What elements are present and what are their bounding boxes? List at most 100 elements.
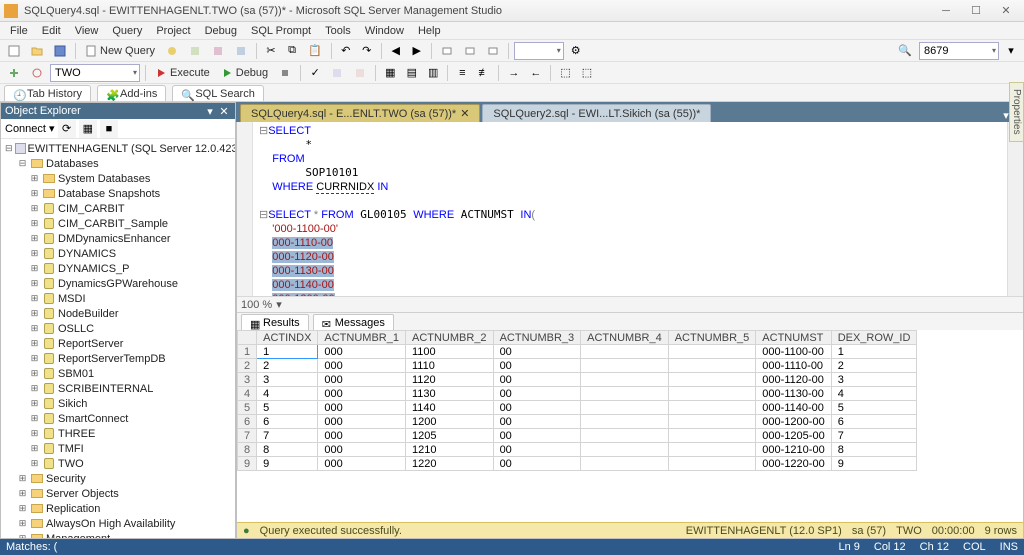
tree-db-sbm01[interactable]: ⊞SBM01 [1,366,235,381]
tree-server[interactable]: ⊟EWITTENHAGENLT (SQL Server 12.0.4232.0 … [1,141,235,156]
parse-button[interactable]: ✓ [306,64,324,82]
paste-button[interactable]: 📋 [304,42,326,60]
tree-replication[interactable]: ⊞Replication [1,501,235,516]
tree-security[interactable]: ⊞Security [1,471,235,486]
tree-alwayson-high-availability[interactable]: ⊞AlwaysOn High Availability [1,516,235,531]
tree-db-cim_carbit[interactable]: ⊞CIM_CARBIT [1,201,235,216]
scheme-combo[interactable] [514,42,564,60]
connection-button[interactable] [4,64,24,82]
tree-system-databases[interactable]: ⊞System Databases [1,171,235,186]
new-query-button[interactable]: New Query [81,42,159,60]
tb-btn-d[interactable] [231,42,251,60]
execute-button[interactable]: Execute [151,64,214,82]
goto-combo[interactable]: 8679 [919,42,999,60]
doc-tabs-menu[interactable]: ▾ [1003,109,1009,122]
tab-close-icon[interactable]: ✕ [460,107,469,120]
tb-btn-h[interactable]: ⚙ [567,42,585,60]
menu-project[interactable]: Project [150,24,196,38]
messages-tab[interactable]: ✉Messages [313,314,394,330]
tab-history[interactable]: 🕘Tab History [4,85,91,101]
tb-btn-c[interactable] [208,42,228,60]
tb2-c[interactable]: ⬚ [556,64,574,82]
connect-button[interactable]: Connect ▾ [5,122,55,135]
menu-help[interactable]: Help [412,24,447,38]
tree-db-smartconnect[interactable]: ⊞SmartConnect [1,411,235,426]
tree-db-dynamicsgpwarehouse[interactable]: ⊞DynamicsGPWarehouse [1,276,235,291]
menu-sql-prompt[interactable]: SQL Prompt [245,24,317,38]
copy-button[interactable]: ⧉ [283,42,301,60]
redo-button[interactable]: ↷ [358,42,376,60]
tree-server-objects[interactable]: ⊞Server Objects [1,486,235,501]
tb-btn-g[interactable] [483,42,503,60]
stop-button[interactable] [275,64,295,82]
menu-view[interactable]: View [69,24,105,38]
tree-db-dynamics_p[interactable]: ⊞DYNAMICS_P [1,261,235,276]
vertical-scrollbar[interactable] [1007,122,1023,296]
close-button[interactable]: ✕ [992,3,1020,19]
results-grid-button[interactable]: ▦ [381,64,399,82]
menu-tools[interactable]: Tools [319,24,357,38]
tree-db-dmdynamicsenhancer[interactable]: ⊞DMDynamicsEnhancer [1,231,235,246]
tb2-b[interactable] [350,64,370,82]
tb-btn-f[interactable] [460,42,480,60]
tree-db-three[interactable]: ⊞THREE [1,426,235,441]
menu-query[interactable]: Query [106,24,148,38]
tree-db-sikich[interactable]: ⊞Sikich [1,396,235,411]
panel-dropdown-button[interactable]: ▾ [203,104,217,118]
tree-db-nodebuilder[interactable]: ⊞NodeBuilder [1,306,235,321]
cut-button[interactable]: ✂ [262,42,280,60]
properties-tab[interactable]: Properties [1009,82,1024,142]
code-editor[interactable]: ⊟SELECT * FROM SOP10101 WHERE CURRNIDX I… [237,122,1023,296]
menu-window[interactable]: Window [359,24,410,38]
results-file-button[interactable]: ▥ [424,64,442,82]
tb-btn-i[interactable]: ▾ [1002,42,1020,60]
change-connection-button[interactable] [27,64,47,82]
tree-databases[interactable]: ⊟Databases [1,156,235,171]
oe-refresh-button[interactable]: ⟳ [58,120,76,138]
undo-button[interactable]: ↶ [337,42,355,60]
tree-db-osllc[interactable]: ⊞OSLLC [1,321,235,336]
tab-sql-search[interactable]: 🔍SQL Search [172,85,264,101]
tree-db-tmfi[interactable]: ⊞TMFI [1,441,235,456]
tree-db-scribeinternal[interactable]: ⊞SCRIBEINTERNAL [1,381,235,396]
nav-back-button[interactable]: ◀ [387,42,405,60]
oe-filter-button[interactable]: ▦ [79,120,97,138]
object-explorer-tree[interactable]: ⊟EWITTENHAGENLT (SQL Server 12.0.4232.0 … [1,139,235,538]
indent-button[interactable]: → [504,64,523,82]
nav-fwd-button[interactable]: ▶ [408,42,426,60]
find-button[interactable]: 🔍 [894,42,916,60]
tree-db-reportserver[interactable]: ⊞ReportServer [1,336,235,351]
tree-management[interactable]: ⊞Management [1,531,235,538]
panel-close-button[interactable]: ✕ [217,104,231,118]
tb-btn-b[interactable] [185,42,205,60]
tb-btn-a[interactable] [162,42,182,60]
uncomment-button[interactable]: ≢ [474,64,493,82]
debug-button[interactable]: Debug [217,64,272,82]
tree-snapshots[interactable]: ⊞Database Snapshots [1,186,235,201]
tree-db-cim_carbit_sample[interactable]: ⊞CIM_CARBIT_Sample [1,216,235,231]
results-grid[interactable]: ACTINDXACTNUMBR_1ACTNUMBR_2ACTNUMBR_3ACT… [237,330,1023,522]
tb-btn-e[interactable] [437,42,457,60]
menu-debug[interactable]: Debug [199,24,243,38]
tab-add-ins[interactable]: 🧩Add-ins [97,85,166,101]
new-project-button[interactable] [4,42,24,60]
doc-tab-inactive[interactable]: SQLQuery2.sql - EWI...LT.Sikich (sa (55)… [482,104,711,122]
results-text-button[interactable]: ▤ [403,64,421,82]
open-button[interactable] [27,42,47,60]
comment-button[interactable]: ≡ [453,64,471,82]
minimize-button[interactable]: ─ [932,3,960,19]
tree-db-reportservertempdb[interactable]: ⊞ReportServerTempDB [1,351,235,366]
maximize-button[interactable]: ☐ [962,3,990,19]
oe-stop-button[interactable]: ■ [100,120,118,138]
results-tab[interactable]: ▦Results [241,314,309,330]
zoom-indicator[interactable]: 100 % ▾ [237,296,1023,312]
tb2-d[interactable]: ⬚ [578,64,596,82]
menu-file[interactable]: File [4,24,34,38]
menu-edit[interactable]: Edit [36,24,67,38]
tb2-a[interactable] [327,64,347,82]
tree-db-two[interactable]: ⊞TWO [1,456,235,471]
database-combo[interactable]: TWO [50,64,140,82]
save-button[interactable] [50,42,70,60]
tree-db-msdi[interactable]: ⊞MSDI [1,291,235,306]
doc-tab-active[interactable]: SQLQuery4.sql - E...ENLT.TWO (sa (57))*✕ [240,104,480,122]
